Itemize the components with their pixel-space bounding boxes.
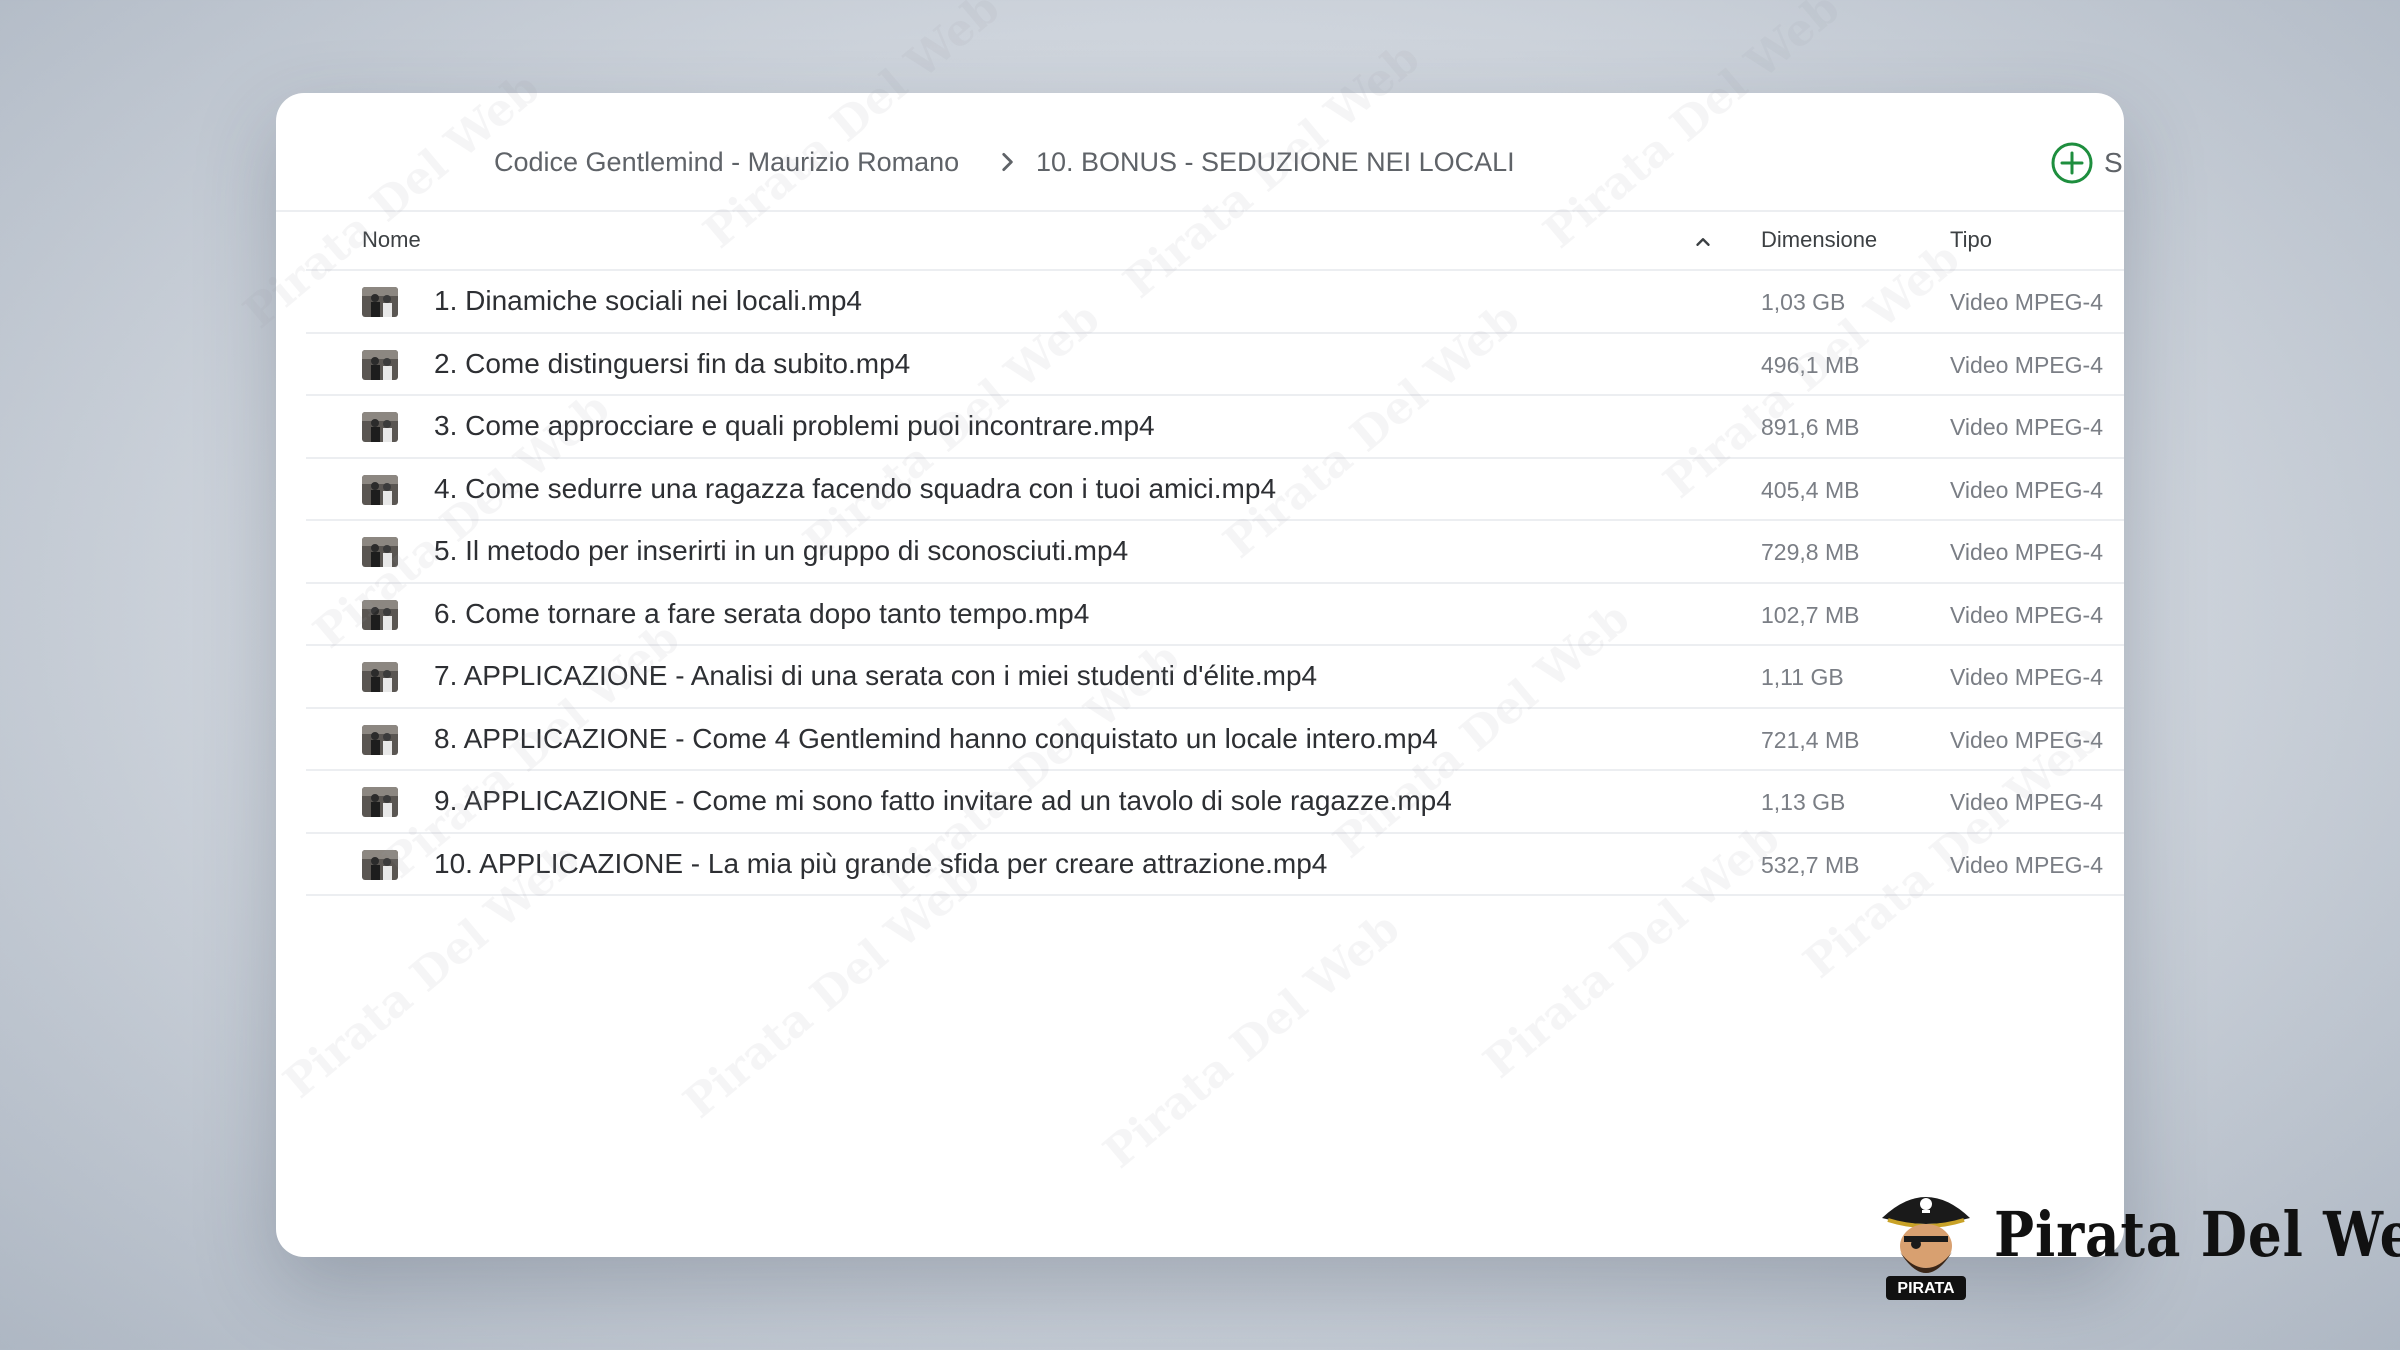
file-name: 6. Come tornare a fare serata dopo tanto… — [434, 597, 1090, 629]
file-size: 1,11 GB — [1761, 664, 1844, 690]
file-name: 3. Come approcciare e quali problemi puo… — [434, 410, 1155, 441]
file-size: 721,4 MB — [1761, 726, 1860, 753]
table-row[interactable]: 2. Come distinguersi fin da subito.mp4 4… — [306, 334, 2124, 396]
table-row[interactable]: 9. APPLICAZIONE - Come mi sono fatto inv… — [306, 771, 2124, 834]
plus-circle-icon — [2051, 142, 2093, 184]
file-type: Video MPEG-4 — [1950, 476, 2103, 503]
table-row[interactable]: 1. Dinamiche sociali nei locali.mp4 1,03… — [306, 271, 2124, 334]
breadcrumb-current[interactable]: 10. BONUS - SEDUZIONE NEI LOCALI — [1036, 147, 1515, 178]
video-thumbnail — [362, 787, 398, 817]
file-size: 729,8 MB — [1761, 539, 1860, 565]
video-thumbnail — [362, 474, 398, 505]
video-thumbnail — [362, 412, 398, 442]
file-type: Video MPEG-4 — [1950, 601, 2103, 628]
file-browser-window: Codice Gentlemind - Maurizio Romano 10. … — [276, 93, 2124, 1257]
brand-badge: PIRATA — [1897, 1280, 1955, 1297]
table-row[interactable]: 8. APPLICAZIONE - Come 4 Gentlemind hann… — [306, 709, 2124, 771]
file-type: Video MPEG-4 — [1950, 789, 2103, 815]
column-header-type[interactable]: Tipo — [1950, 227, 1992, 253]
column-header-name[interactable]: Nome — [362, 227, 421, 253]
file-type: Video MPEG-4 — [1950, 664, 2103, 690]
file-type: Video MPEG-4 — [1950, 726, 2103, 753]
file-list: 1. Dinamiche sociali nei locali.mp4 1,03… — [306, 271, 2124, 896]
brand-name: Pirata Del Web — [1994, 1198, 2400, 1271]
file-size: 496,1 MB — [1761, 351, 1860, 378]
sort-ascending-icon[interactable] — [1692, 231, 1714, 253]
file-type: Video MPEG-4 — [1950, 351, 2103, 378]
file-name: 5. Il metodo per inserirti in un gruppo … — [434, 535, 1129, 566]
video-thumbnail — [362, 849, 398, 880]
file-name: 1. Dinamiche sociali nei locali.mp4 — [434, 285, 862, 316]
file-type: Video MPEG-4 — [1950, 414, 2103, 440]
table-row[interactable]: 4. Come sedurre una ragazza facendo squa… — [306, 459, 2124, 521]
table-row[interactable]: 3. Come approcciare e quali problemi puo… — [306, 396, 2124, 459]
new-button-label: S — [2104, 147, 2123, 178]
file-name: 8. APPLICAZIONE - Come 4 Gentlemind hann… — [434, 722, 1438, 754]
file-size: 1,13 GB — [1761, 789, 1846, 815]
file-type: Video MPEG-4 — [1950, 289, 2103, 315]
brand-logo: PIRATA Pirata Del Web — [1876, 1184, 2400, 1304]
file-size: 891,6 MB — [1761, 414, 1860, 440]
file-size: 102,7 MB — [1761, 601, 1860, 628]
table-row[interactable]: 6. Come tornare a fare serata dopo tanto… — [306, 584, 2124, 646]
video-thumbnail — [362, 537, 398, 567]
table-row[interactable]: 5. Il metodo per inserirti in un gruppo … — [306, 521, 2124, 584]
table-header: Nome Dimensione Tipo — [306, 211, 2124, 271]
video-thumbnail — [362, 724, 398, 755]
table-row[interactable]: 10. APPLICAZIONE - La mia più grande sfi… — [306, 834, 2124, 896]
video-thumbnail — [362, 662, 398, 692]
file-type: Video MPEG-4 — [1950, 851, 2103, 878]
breadcrumb-root[interactable]: Codice Gentlemind - Maurizio Romano — [494, 147, 959, 178]
video-thumbnail — [362, 287, 398, 317]
file-name: 2. Come distinguersi fin da subito.mp4 — [434, 347, 911, 379]
file-size: 532,7 MB — [1761, 851, 1860, 878]
chevron-right-icon — [1002, 153, 1013, 171]
file-name: 10. APPLICAZIONE - La mia più grande sfi… — [434, 847, 1328, 879]
breadcrumb: Codice Gentlemind - Maurizio Romano 10. … — [276, 93, 2124, 212]
file-name: 4. Come sedurre una ragazza facendo squa… — [434, 472, 1277, 504]
file-name: 7. APPLICAZIONE - Analisi di una serata … — [434, 660, 1318, 691]
file-size: 1,03 GB — [1761, 289, 1846, 315]
file-name: 9. APPLICAZIONE - Come mi sono fatto inv… — [434, 785, 1452, 816]
table-row[interactable]: 7. APPLICAZIONE - Analisi di una serata … — [306, 646, 2124, 709]
video-thumbnail — [362, 599, 398, 630]
video-thumbnail — [362, 349, 398, 380]
new-button[interactable]: S — [2050, 141, 2123, 185]
column-header-size[interactable]: Dimensione — [1761, 227, 1877, 253]
file-type: Video MPEG-4 — [1950, 539, 2103, 565]
file-size: 405,4 MB — [1761, 476, 1860, 503]
